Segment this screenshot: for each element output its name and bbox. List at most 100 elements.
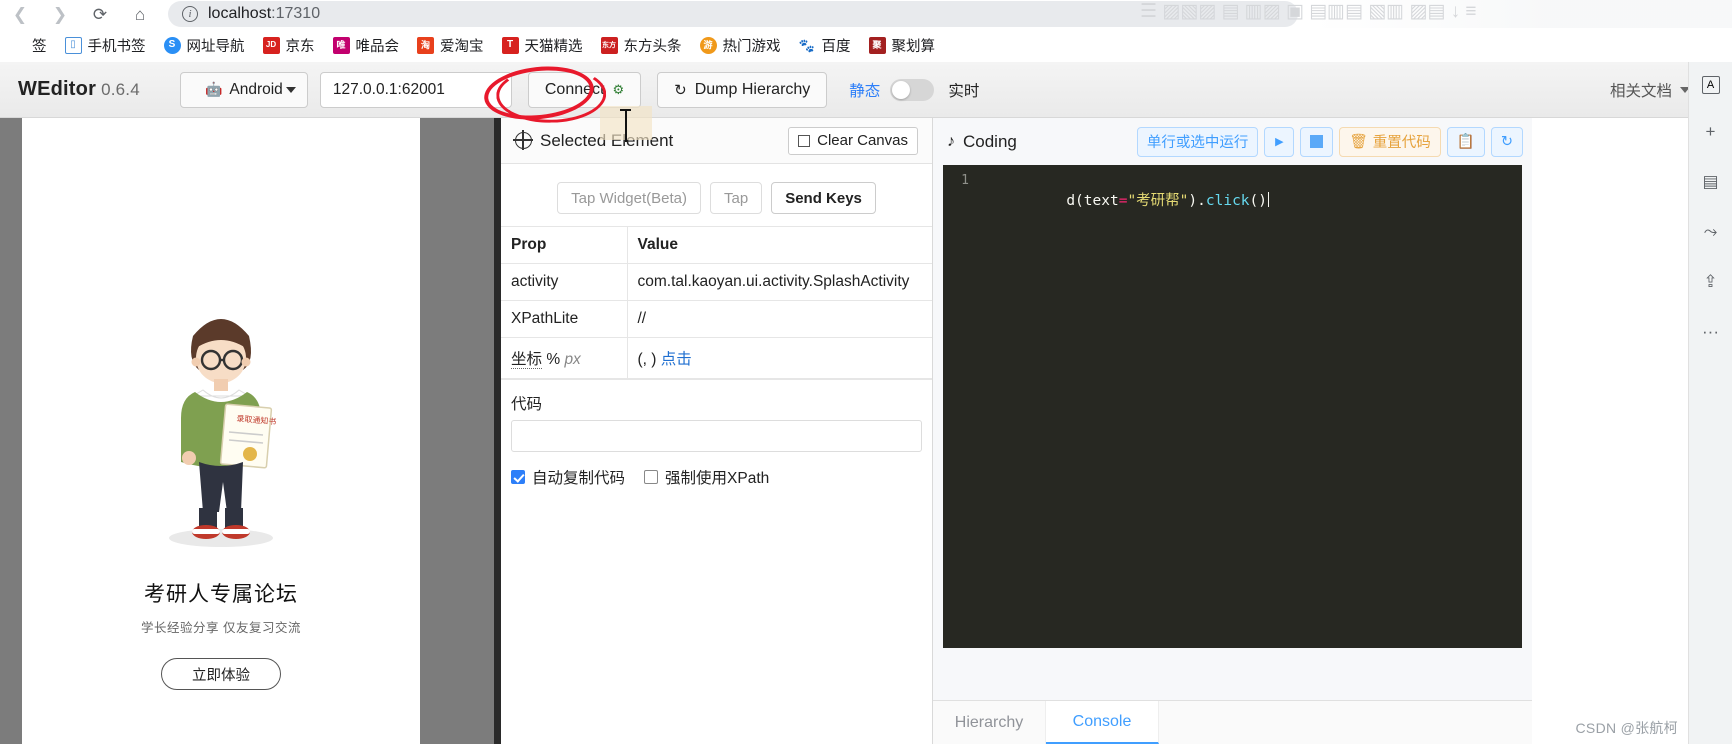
device-serial-input[interactable]: 127.0.0.1:62001 [319, 71, 512, 108]
force-xpath-label: 强制使用XPath [665, 470, 770, 487]
share-glyph: ⤳ [1703, 222, 1718, 241]
reset-code-label: 重置代码 [1372, 135, 1431, 151]
coords-click-link[interactable]: 点击 [661, 351, 692, 368]
tap-button[interactable]: Tap [710, 182, 763, 214]
export-glyph: ⇪ [1703, 272, 1718, 291]
export-icon[interactable]: ⇪ [1699, 270, 1723, 294]
clear-canvas-button[interactable]: Clear Canvas [788, 126, 918, 155]
back-icon[interactable]: ❮ [0, 0, 40, 28]
run-button[interactable]: ▶ [1264, 126, 1295, 157]
add-glyph: + [1705, 122, 1716, 141]
platform-select[interactable]: 🤖 Android [179, 71, 308, 108]
splash-subtitle: 学长经验分享 仅友复习交流 [141, 621, 301, 635]
prop-name: activity [501, 263, 627, 301]
coding-panel: ♪ Coding 单行或选中运行 ▶ 🗑 重置代码 📋 ↻ 1 d(text="… [933, 118, 1532, 744]
bookmark-item[interactable]: 聚 聚划算 [860, 32, 945, 58]
stop-icon [1310, 135, 1324, 148]
bookmark-item[interactable]: 签 [0, 32, 56, 58]
folder-icon [9, 37, 26, 54]
connect-button[interactable]: Connect ⚙ [527, 71, 642, 108]
refresh-button[interactable]: ↻ [1490, 126, 1523, 157]
tab-hierarchy-label: Hierarchy [954, 713, 1024, 731]
reset-code-button[interactable]: 🗑 重置代码 [1339, 126, 1441, 157]
bookmark-label: 签 [32, 38, 47, 55]
browser-nav-row: ❮ ❯ ⟳ ⌂ i localhost:17310 ☰ ▨▧▨ ▤ ▥▨ ▣ ▤… [0, 0, 1732, 28]
auto-copy-code-label: 自动复制代码 [532, 470, 626, 487]
panel-divider [494, 118, 501, 744]
bookmark-label: 京东 [285, 38, 315, 55]
bookmark-item[interactable]: JD 京东 [254, 32, 324, 58]
force-xpath-checkbox[interactable] [644, 470, 659, 484]
element-action-row: Tap Widget(Beta) Tap Send Keys [501, 164, 932, 226]
prop-value: // [626, 300, 932, 338]
share-icon[interactable]: ⤳ [1699, 220, 1723, 244]
add-icon[interactable]: + [1699, 120, 1723, 144]
tab-hierarchy[interactable]: Hierarchy [933, 701, 1046, 744]
prop-name-coords: 坐标 % px [501, 337, 627, 379]
run-selection-button[interactable]: 单行或选中运行 [1136, 126, 1259, 157]
code-text: d(text="考研帮").click() [979, 173, 1269, 226]
url-host: localhost [208, 5, 272, 22]
vip-icon: 唯 [332, 36, 350, 54]
target-icon [513, 130, 533, 150]
dump-hierarchy-button[interactable]: ↻ Dump Hierarchy [657, 71, 828, 108]
live-mode-toggle[interactable] [890, 78, 935, 101]
bookmark-item[interactable]: S 网址导航 [155, 32, 254, 58]
bookmark-item[interactable]: 淘 爱淘宝 [408, 32, 493, 58]
bookmark-item[interactable]: 东方 东方头条 [592, 32, 691, 58]
device-screen-pane[interactable]: 录取通知书 考研人专属论坛 学长经验分享 仅友复习交流 立即体验 [22, 118, 420, 744]
selected-element-panel: Selected Element Clear Canvas Tap Widget… [501, 118, 933, 744]
clear-canvas-label: Clear Canvas [817, 132, 908, 149]
coding-title: Coding [963, 131, 1017, 151]
code-line: 1 d(text="考研帮").click() [943, 173, 1522, 209]
splash-cta-button[interactable]: 立即体验 [161, 658, 281, 690]
left-gutter [0, 118, 22, 744]
browser-side-panel-rail: A + ▤ ⤳ ⇪ ··· [1688, 62, 1732, 744]
address-bar[interactable]: i localhost:17310 [168, 1, 1298, 27]
auto-copy-code-checkbox[interactable] [511, 470, 525, 484]
mid-gutter [420, 118, 494, 744]
send-keys-label: Send Keys [785, 189, 862, 207]
taobao-icon: 淘 [417, 36, 434, 54]
reading-list-icon[interactable]: ▤ [1699, 170, 1723, 194]
inspector-options-row: 自动复制代码 强制使用XPath [501, 452, 932, 488]
coords-value: (, ) [637, 351, 657, 368]
coords-unit-px: px [564, 351, 581, 368]
table-header-row: Prop Value [501, 226, 932, 264]
home-icon[interactable]: ⌂ [120, 0, 160, 28]
more-icon[interactable]: ··· [1699, 320, 1723, 344]
stop-button[interactable] [1300, 126, 1334, 157]
device-serial-value: 127.0.0.1:62001 [332, 80, 445, 98]
table-row: 坐标 % px (, ) 点击 [501, 337, 932, 379]
docs-link[interactable]: 相关文档 [1610, 79, 1690, 101]
tab-console[interactable]: Console [1046, 701, 1159, 744]
music-note-icon: ♪ [947, 132, 955, 150]
code-editor[interactable]: 1 d(text="考研帮").click() [943, 165, 1522, 648]
prop-name: XPathLite [501, 300, 627, 338]
trash-icon: 🗑 [1349, 134, 1368, 150]
forward-icon[interactable]: ❯ [40, 0, 80, 28]
browser-chrome: ❮ ❯ ⟳ ⌂ i localhost:17310 ☰ ▨▧▨ ▤ ▥▨ ▣ ▤… [0, 0, 1732, 62]
bookmarks-bar: 签 ▯ 手机书签 S 网址导航 JD 京东 唯 唯品会 淘 爱淘宝 T 天猫精选… [0, 28, 1732, 62]
bookmark-item[interactable]: T 天猫精选 [493, 32, 592, 58]
tmall-icon: T [501, 36, 519, 54]
code-input[interactable] [511, 420, 922, 452]
reading-list-glyph: ▤ [1702, 172, 1719, 191]
translate-panel-icon[interactable]: A [1701, 76, 1720, 94]
connect-button-label: Connect [544, 80, 605, 98]
tap-widget-button[interactable]: Tap Widget(Beta) [557, 182, 701, 214]
coords-unit-percent: % [546, 351, 561, 368]
bookmark-label: 爱淘宝 [440, 38, 484, 55]
plug-icon: ⚙ [612, 81, 625, 97]
bookmark-item[interactable]: 🐾 百度 [790, 32, 860, 58]
bookmark-item[interactable]: 唯 唯品会 [324, 32, 409, 58]
bookmark-item[interactable]: ▯ 手机书签 [56, 32, 155, 58]
bookmark-item[interactable]: 游 热门游戏 [691, 32, 790, 58]
reload-icon[interactable]: ⟳ [80, 0, 120, 28]
bookmark-label: 东方头条 [623, 38, 682, 55]
dump-hierarchy-label: Dump Hierarchy [694, 80, 811, 98]
send-keys-button[interactable]: Send Keys [771, 182, 876, 214]
copy-button[interactable]: 📋 [1446, 126, 1485, 157]
prop-value-coords: (, ) 点击 [626, 337, 932, 379]
compass-icon: S [163, 36, 181, 54]
